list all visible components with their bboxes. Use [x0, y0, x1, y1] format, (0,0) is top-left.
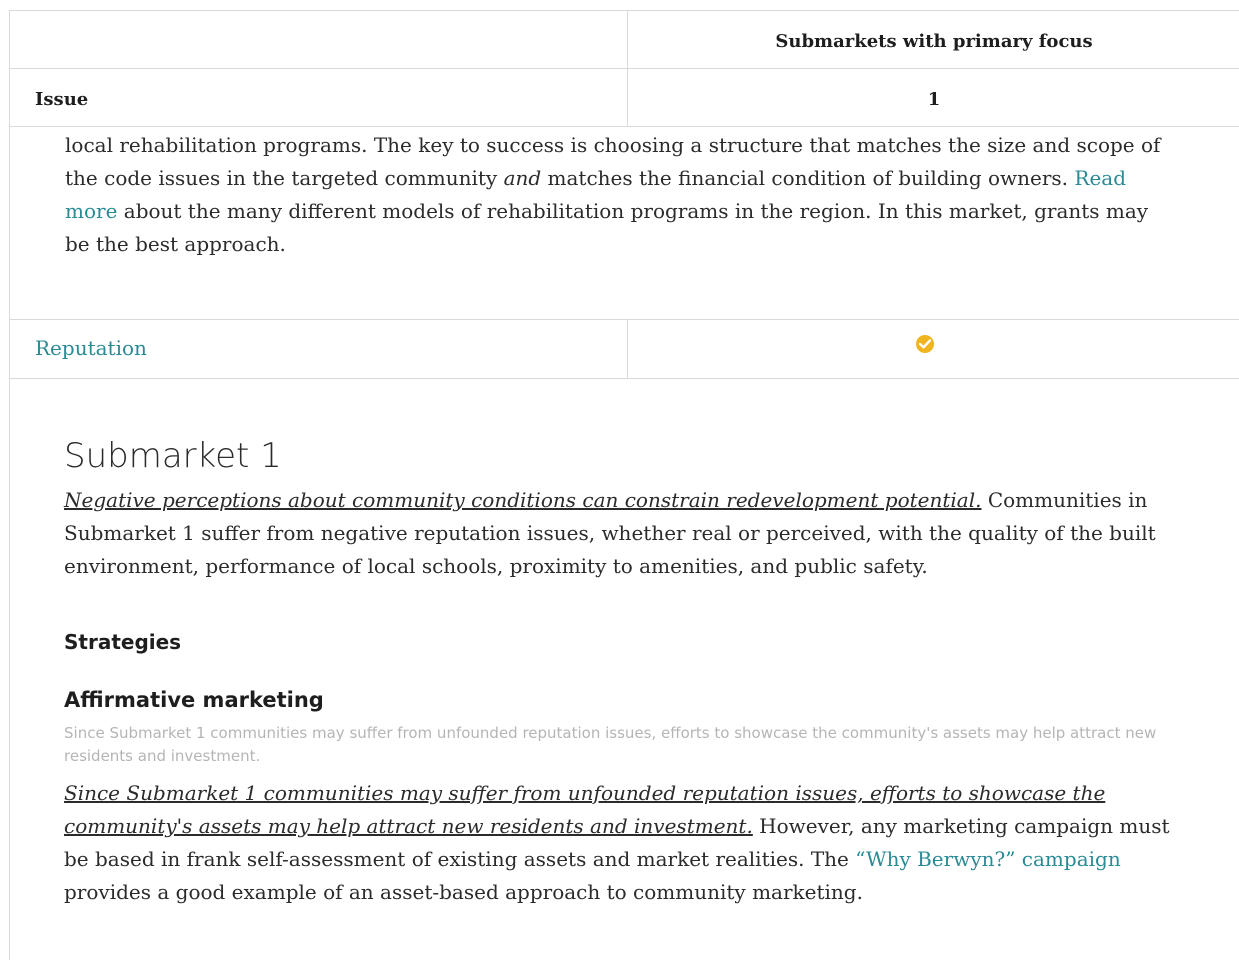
table-header-row: Submarkets with primary focus — [10, 10, 1239, 69]
detail-paragraph: local rehabilitation programs. The key t… — [65, 133, 1161, 256]
submarket-intro: Negative perceptions about community con… — [64, 488, 1156, 578]
strategy-title: Affirmative marketing — [64, 688, 324, 712]
why-berwyn-link[interactable]: “Why Berwyn?” campaign — [855, 847, 1120, 871]
intro-emphasis: Negative perceptions about community con… — [64, 488, 982, 512]
check-circle-icon — [916, 335, 934, 353]
strategy-summary: Since Submarket 1 communities may suffer… — [64, 724, 1157, 765]
table-row-reputation[interactable]: Reputation — [10, 319, 1239, 379]
column-divider — [627, 320, 628, 378]
emphasis-and: and — [503, 166, 542, 190]
column-header-issue: Issue — [35, 89, 89, 110]
column-header-number: 1 — [927, 89, 941, 110]
strategies-heading: Strategies — [64, 630, 182, 654]
strategy-body: Since Submarket 1 communities may suffer… — [64, 781, 1170, 904]
column-header-submarkets: Submarkets with primary focus — [775, 31, 1093, 52]
expanded-detail-row: local rehabilitation programs. The key t… — [10, 126, 1239, 320]
reputation-link[interactable]: Reputation — [35, 336, 147, 360]
table-subheader-row: Issue 1 — [10, 68, 1239, 127]
submarket-heading: Submarket 1 — [64, 436, 282, 476]
